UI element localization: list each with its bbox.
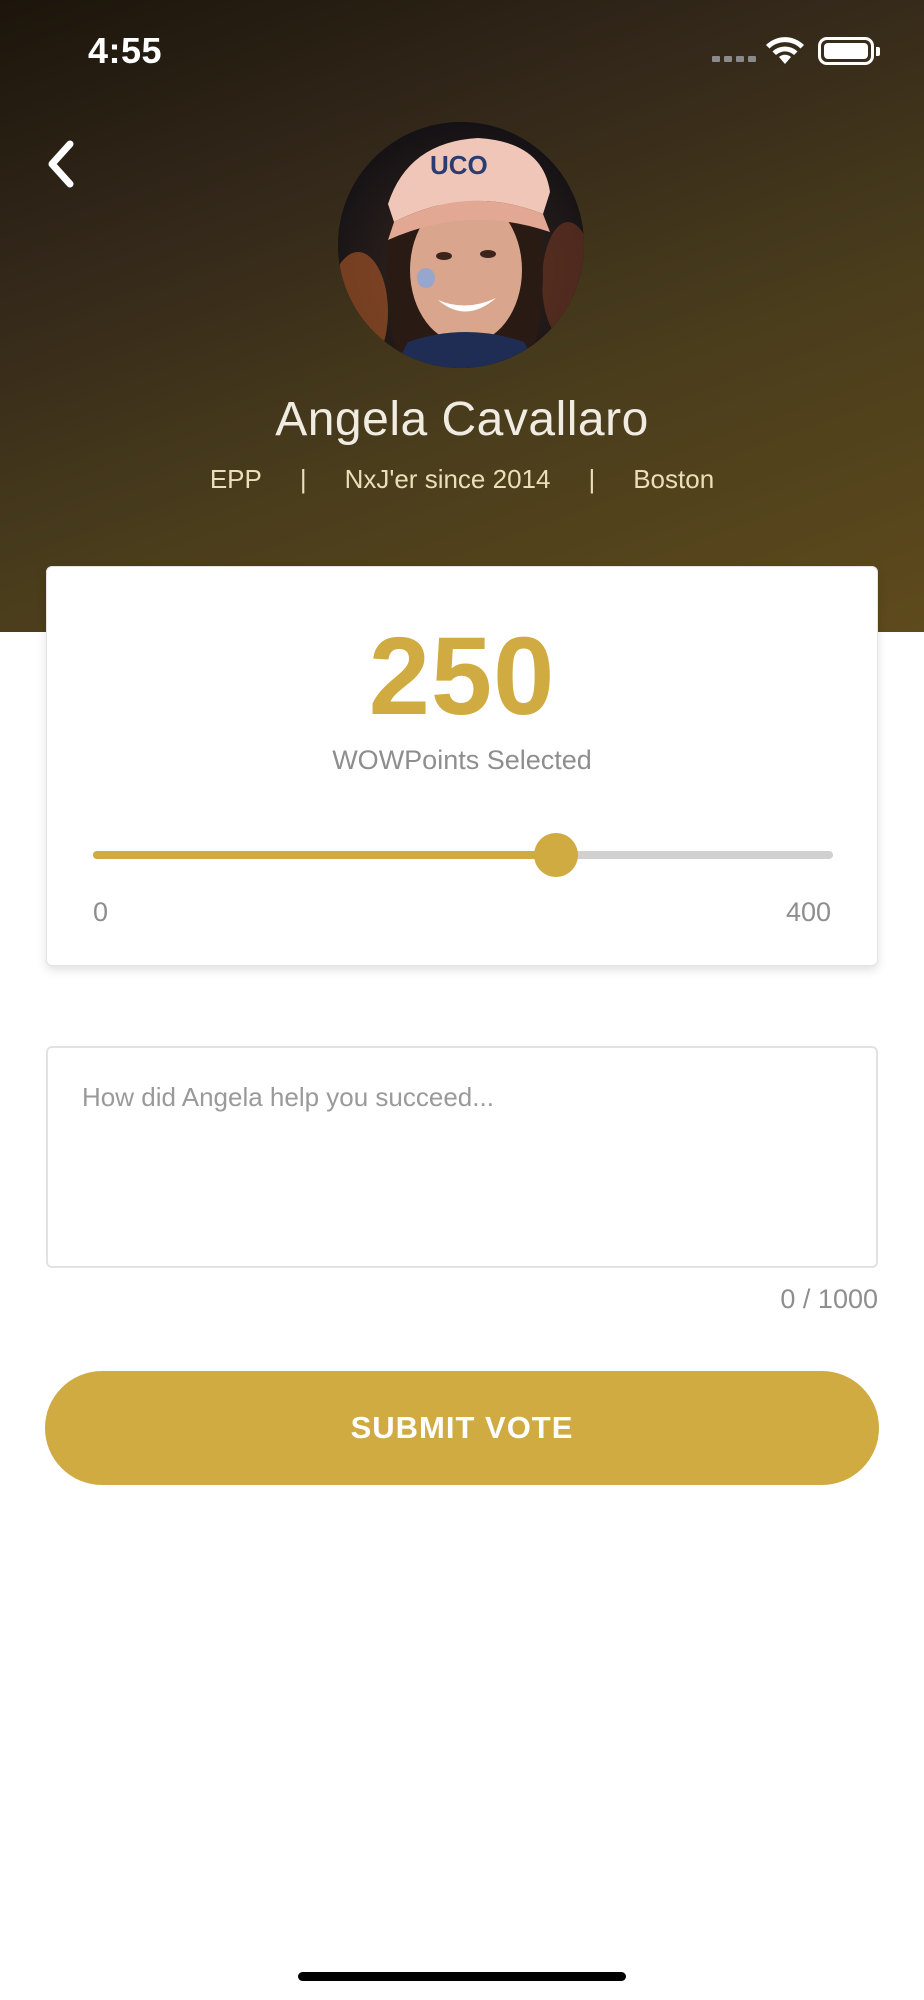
avatar: UCO [338, 122, 584, 368]
message-field[interactable] [46, 1046, 878, 1268]
profile-location: Boston [633, 464, 715, 494]
cellular-signal-icon [712, 56, 756, 62]
slider-min-label: 0 [93, 897, 109, 927]
svg-text:UCO: UCO [430, 150, 488, 180]
meta-separator: | [588, 464, 596, 494]
home-indicator [298, 1972, 626, 1981]
profile-tenure: NxJ'er since 2014 [344, 464, 551, 494]
points-slider[interactable] [93, 833, 833, 877]
profile-meta: EPP | NxJ'er since 2014 | Boston [0, 464, 924, 495]
points-card: 250 WOWPoints Selected 0 400 [46, 566, 878, 966]
avatar-photo: UCO [338, 122, 584, 368]
status-time: 4:55 [88, 30, 163, 71]
back-button[interactable] [40, 138, 84, 190]
battery-icon [818, 37, 880, 65]
slider-max-label: 400 [785, 897, 831, 927]
slider-thumb[interactable] [533, 833, 578, 877]
profile-role: EPP [209, 464, 262, 494]
points-value: 250 [368, 615, 556, 738]
char-count: 0 / 1000 [780, 1284, 878, 1314]
wifi-icon [766, 37, 804, 64]
slider-fill [93, 851, 556, 859]
meta-separator: | [299, 464, 307, 494]
submit-vote-button[interactable]: SUBMIT VOTE [45, 1371, 879, 1485]
points-caption: WOWPoints Selected [332, 745, 592, 775]
profile-name: Angela Cavallaro [275, 393, 649, 446]
